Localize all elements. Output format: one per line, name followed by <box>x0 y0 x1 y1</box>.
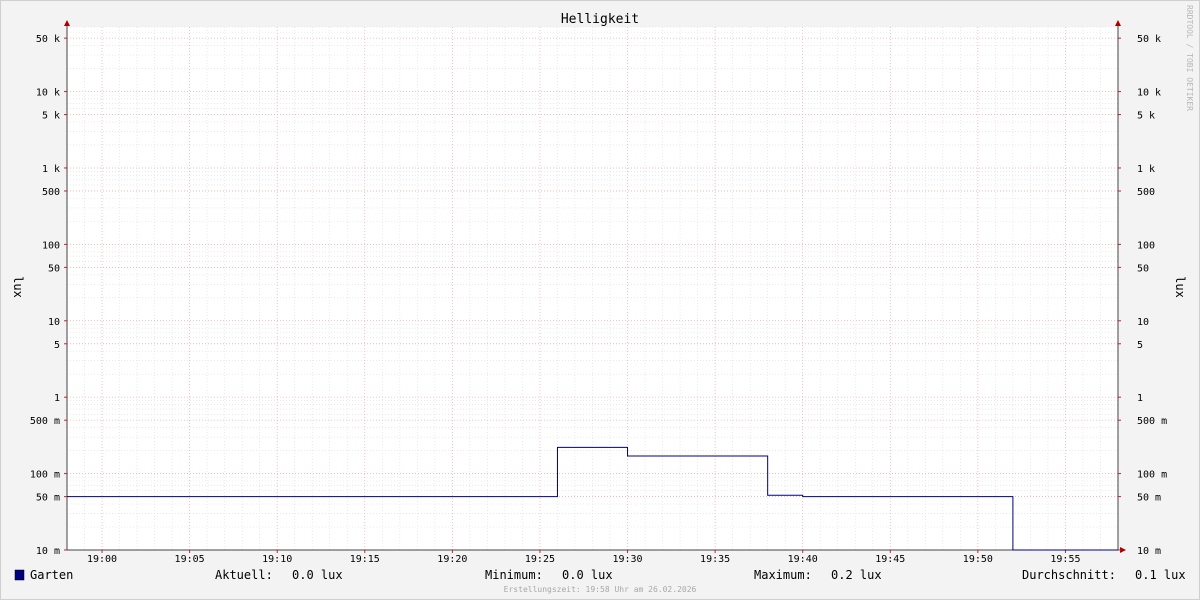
right-axis-arrow-icon <box>1115 20 1121 26</box>
legend: Garten Aktuell: 0.0 lux Minimum: 0.0 lux… <box>14 568 1186 582</box>
y-tick-label: 100 m <box>30 470 60 481</box>
min-label: Minimum: <box>485 568 543 582</box>
x-tick-label: 19:25 <box>525 554 555 565</box>
y-tick-label: 100 <box>42 240 60 251</box>
y-tick-label: 500 <box>42 187 60 198</box>
creation-timestamp: Erstellungszeit: 19:58 Uhr am 26.02.2026 <box>504 585 697 594</box>
left-axis-arrow-icon <box>64 20 70 26</box>
y-tick-label: 10 <box>1137 317 1149 328</box>
y-tick-label: 100 m <box>1137 470 1167 481</box>
y-tick-label: 500 m <box>30 416 60 427</box>
max-value: 0.2 lux <box>831 568 882 582</box>
x-tick-label: 19:15 <box>350 554 380 565</box>
y-tick-labels-right: 50 k 10 k 5 k 1 k 500 100 50 10 5 1 500 m 100 m 50 m… <box>1137 34 1167 557</box>
y-tick-label: 10 k <box>36 88 60 99</box>
avg-value: 0.1 lux <box>1135 568 1186 582</box>
y-tick-label: 1 <box>1137 393 1143 404</box>
y-tick-label: 50 <box>48 263 60 274</box>
max-label: Maximum: <box>754 568 812 582</box>
legend-swatch <box>14 569 25 581</box>
x-tick-label: 19:50 <box>963 554 993 565</box>
legend-series-name: Garten <box>30 568 73 582</box>
y-tick-label: 5 <box>1137 340 1143 351</box>
y-tick-label: 10 k <box>1137 88 1161 99</box>
y-tick-label: 50 m <box>36 493 60 504</box>
x-tick-label: 19:40 <box>788 554 818 565</box>
y-axis-label-right: lux <box>1173 276 1187 298</box>
y-tick-labels-left: 50 k 10 k 5 k 1 k 500 100 50 10 5 1 500 m 100 m 50 m… <box>30 34 60 557</box>
y-tick-label: 50 m <box>1137 493 1161 504</box>
watermark: RRDTOOL / TOBI OETIKER <box>1185 5 1194 111</box>
y-tick-label: 1 k <box>42 164 60 175</box>
min-value: 0.0 lux <box>562 568 613 582</box>
current-value: 0.0 lux <box>292 568 343 582</box>
current-label: Aktuell: <box>215 568 273 582</box>
y-tick-label: 50 k <box>1137 34 1161 45</box>
x-tick-label: 19:10 <box>262 554 292 565</box>
x-tick-label: 19:45 <box>875 554 905 565</box>
y-tick-label: 50 k <box>36 34 60 45</box>
avg-label: Durchschnitt: <box>1022 568 1116 582</box>
chart-title: Helligkeit <box>561 12 639 27</box>
y-tick-label: 1 <box>54 393 60 404</box>
y-tick-label: 50 <box>1137 263 1149 274</box>
y-tick-label: 5 k <box>1137 111 1155 122</box>
x-tick-labels: 19:00 19:05 19:10 19:15 19:20 19:25 19:30 19:35… <box>87 554 1081 565</box>
y-tick-label: 1 k <box>1137 164 1155 175</box>
minor-grid <box>67 26 1118 550</box>
y-axis-label-left: lux <box>11 276 25 298</box>
x-tick-label: 19:00 <box>87 554 117 565</box>
brightness-chart: 50 k 10 k 5 k 1 k 500 100 50 10 5 1 500 m 100 m 50 m… <box>11 5 1194 594</box>
y-tick-label: 5 k <box>42 111 60 122</box>
y-tick-label: 10 <box>48 317 60 328</box>
y-tick-label: 500 m <box>1137 416 1167 427</box>
x-tick-label: 19:05 <box>175 554 205 565</box>
x-tick-label: 19:20 <box>437 554 467 565</box>
y-tick-label: 100 <box>1137 240 1155 251</box>
y-tick-label: 5 <box>54 340 60 351</box>
y-tick-label: 10 m <box>36 546 60 557</box>
x-tick-label: 19:35 <box>700 554 730 565</box>
x-tick-label: 19:30 <box>612 554 642 565</box>
x-tick-label: 19:55 <box>1050 554 1080 565</box>
y-tick-label: 500 <box>1137 187 1155 198</box>
y-tick-label: 10 m <box>1137 546 1161 557</box>
